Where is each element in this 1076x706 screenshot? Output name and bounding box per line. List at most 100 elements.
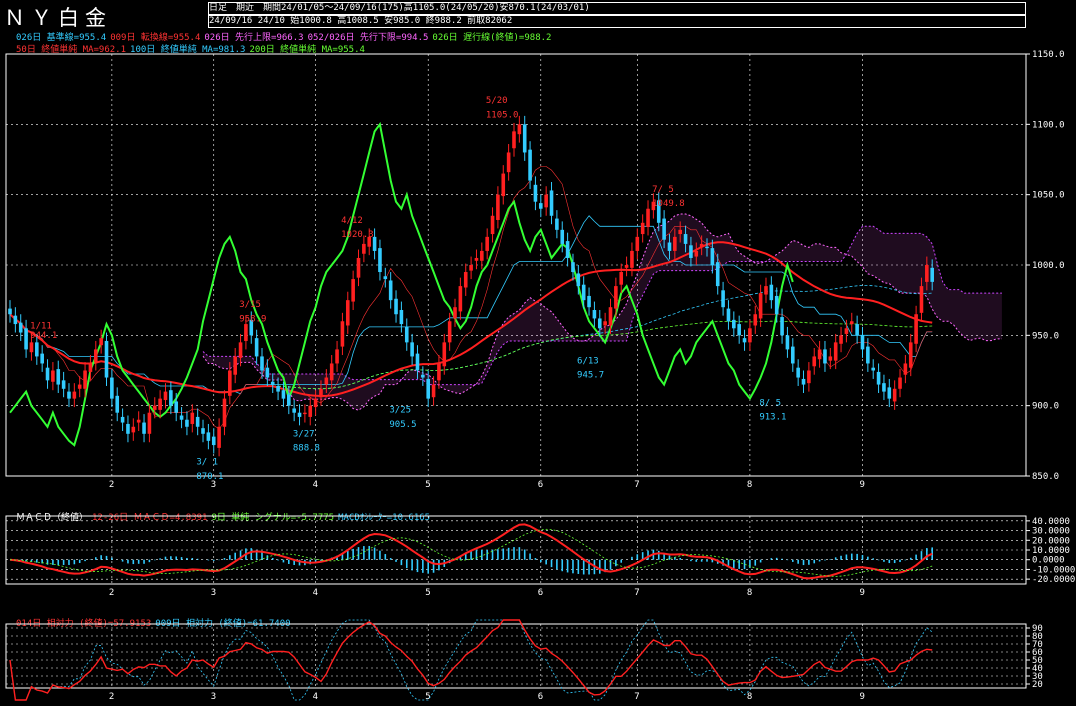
price-annotation: 888.8 — [293, 444, 320, 454]
x-tick-label: 2 — [109, 692, 114, 702]
candle-body — [404, 326, 409, 343]
candle-body — [544, 194, 548, 208]
candle-body — [597, 318, 602, 329]
x-tick-label: 2 — [109, 480, 114, 490]
candle-body — [8, 308, 12, 315]
candle-body — [163, 391, 168, 401]
candle-body — [303, 412, 307, 415]
price-annotation: 6/13 — [577, 356, 599, 366]
y-tick-label: 10.0000 — [1032, 546, 1070, 556]
candle-body — [40, 353, 44, 364]
price-annotation: 1105.0 — [486, 110, 519, 120]
candle-body — [683, 234, 688, 244]
x-tick-label: 9 — [859, 480, 864, 490]
candle-body — [421, 374, 425, 378]
candle-body — [297, 412, 302, 417]
candle-body — [565, 241, 570, 258]
macd-line — [9, 523, 933, 580]
candle-body — [324, 377, 329, 385]
candle-body — [726, 308, 731, 322]
candle-body — [758, 293, 763, 319]
candle-body — [431, 384, 436, 398]
candle-body — [201, 428, 205, 434]
x-tick-label: 4 — [313, 480, 318, 490]
candle-body — [281, 390, 286, 399]
candle-body — [319, 388, 323, 398]
y-tick-label: 950.0 — [1032, 331, 1059, 341]
y-tick-label: 1100.0 — [1032, 120, 1065, 130]
candle-body — [753, 314, 758, 326]
x-tick-label: 4 — [313, 692, 318, 702]
candle-body — [185, 419, 189, 427]
candle-body — [254, 338, 259, 357]
candle-body — [823, 349, 827, 364]
candle-body — [233, 356, 237, 375]
candle-body — [496, 194, 500, 220]
candle-body — [780, 317, 784, 336]
lagging-span — [9, 121, 794, 447]
candle-body — [571, 262, 575, 273]
candle-body — [796, 367, 800, 378]
candle-body — [142, 422, 146, 434]
candle-body — [608, 307, 613, 326]
candle-body — [774, 295, 779, 315]
candle-body — [190, 412, 195, 424]
price-annotation: 4/12 — [341, 216, 363, 226]
candle-body — [538, 203, 543, 209]
candle-body — [490, 215, 495, 235]
candle-body — [925, 265, 929, 282]
candle-body — [56, 369, 61, 385]
candle-body — [689, 245, 693, 258]
candle-body — [807, 370, 811, 384]
candle-body — [399, 310, 404, 325]
candle-body — [442, 342, 447, 367]
candle-body — [51, 370, 55, 382]
y-tick-label: 1000.0 — [1032, 261, 1065, 271]
candle-body — [506, 152, 511, 173]
x-tick-label: 5 — [425, 588, 430, 598]
candle-body — [362, 243, 366, 254]
candle-body — [699, 243, 704, 247]
price-annotation: 7/ 5 — [652, 185, 674, 195]
candle-body — [646, 208, 650, 228]
candle-body — [217, 426, 221, 448]
candle-body — [882, 383, 886, 392]
x-tick-label: 4 — [313, 588, 318, 598]
candle-body — [866, 346, 870, 364]
y-tick-label: 1050.0 — [1032, 191, 1065, 201]
price-annotation: 3/25 — [389, 406, 411, 416]
x-tick-label: 3 — [211, 692, 216, 702]
price-annotation: 3/27 — [293, 430, 315, 440]
price-annotation: 1/11 — [30, 321, 52, 331]
candle-body — [592, 310, 597, 319]
candle-body — [394, 298, 398, 315]
price-annotation: 8/ 5 — [759, 399, 781, 409]
candle-body — [228, 370, 232, 396]
candle-body — [667, 242, 672, 251]
candle-body — [29, 342, 34, 353]
candle-body — [715, 262, 720, 287]
candle-body — [110, 377, 114, 399]
candle-body — [876, 371, 881, 385]
candle-body — [908, 342, 913, 368]
candle-body — [903, 363, 908, 375]
panel-frame — [5, 623, 1027, 689]
candle-body — [83, 370, 87, 389]
candle-body — [152, 405, 157, 410]
candle-body — [721, 290, 725, 308]
candle-body — [388, 280, 393, 301]
candle-body — [447, 321, 452, 343]
candle-body — [640, 222, 645, 235]
candle-body — [120, 416, 125, 423]
candle-body — [844, 328, 849, 334]
candle-body — [678, 229, 682, 235]
candle-body — [126, 423, 130, 434]
candle-body — [732, 319, 736, 329]
candle-body — [67, 391, 71, 399]
candle-body — [99, 338, 103, 346]
chart-canvas: 850.0 900.0 950.0 1000.0 1050.0 1100.0 1150.0 2… — [5, 50, 1075, 702]
candle-body — [13, 315, 18, 325]
candle-body — [136, 419, 141, 423]
candle-body — [914, 314, 918, 344]
candle-body — [24, 328, 28, 350]
